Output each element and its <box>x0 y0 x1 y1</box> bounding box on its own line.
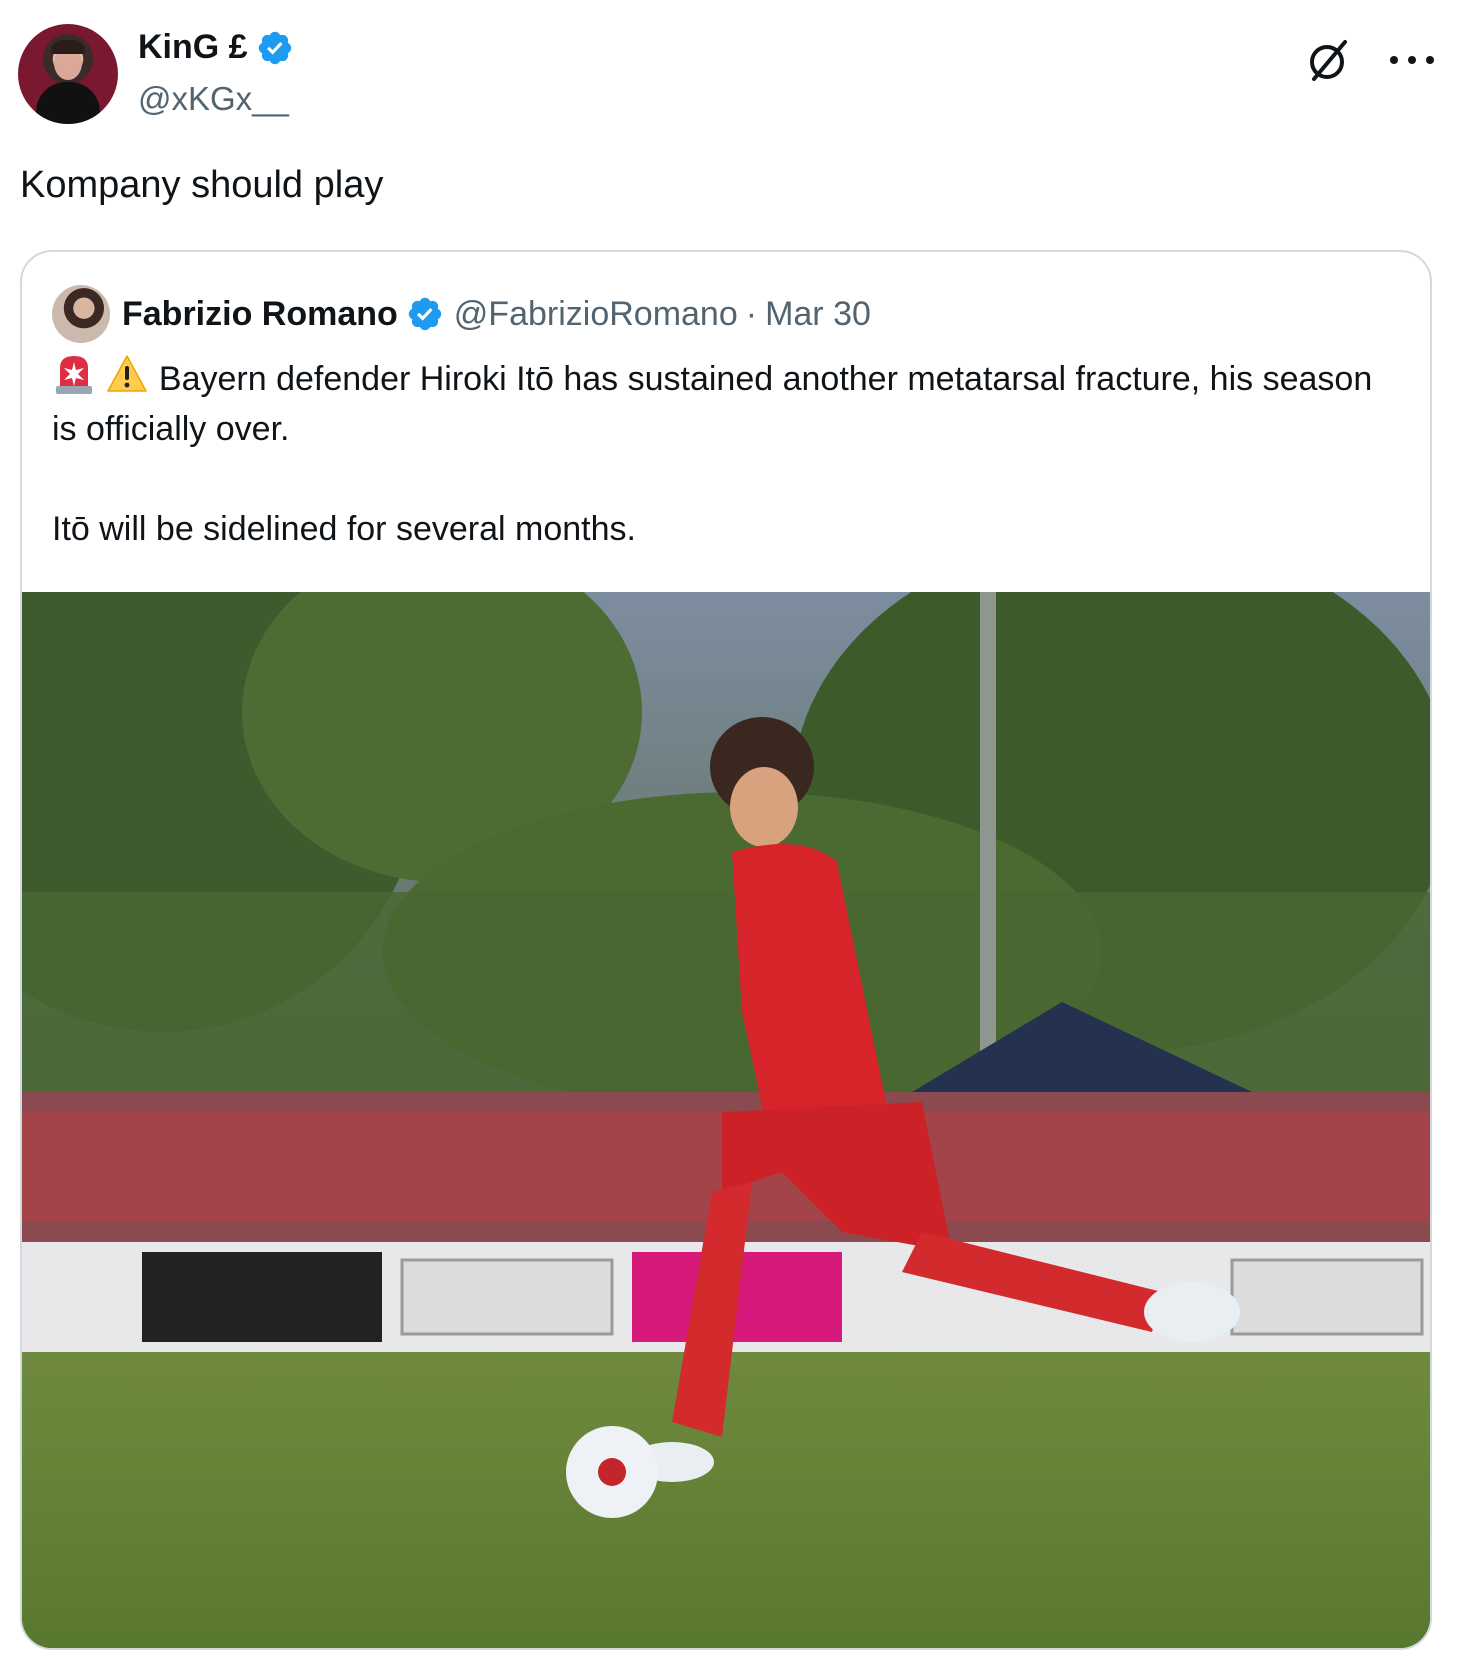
quoted-display-name[interactable]: Fabrizio Romano <box>122 295 398 334</box>
quoted-photo[interactable] <box>22 592 1430 1648</box>
quoted-tweet-card[interactable]: Fabrizio Romano @FabrizioRomano · Mar 30 <box>20 250 1432 1650</box>
author-name-row: KinG £ <box>138 28 294 67</box>
more-options-icon[interactable] <box>1390 42 1434 78</box>
quoted-handle[interactable]: @FabrizioRomano <box>454 295 738 334</box>
quoted-header: Fabrizio Romano @FabrizioRomano · Mar 30 <box>52 284 871 344</box>
warning-emoji <box>107 355 148 392</box>
siren-emoji <box>56 356 92 394</box>
tweet: KinG £ @xKGx__ Kompany should play Fabri… <box>0 0 1460 1662</box>
quoted-avatar[interactable] <box>52 285 110 343</box>
tweet-text: Kompany should play <box>20 164 384 206</box>
author-display-name[interactable]: KinG £ <box>138 28 248 67</box>
verified-badge-icon <box>408 297 442 331</box>
quoted-text-line2: Itō will be sidelined for several months… <box>52 510 636 548</box>
quoted-text-line1: Bayern defender Hiroki Itō has sustained… <box>52 360 1373 448</box>
author-avatar[interactable] <box>18 24 118 124</box>
grok-icon[interactable] <box>1305 36 1353 84</box>
separator-dot: · <box>745 294 758 333</box>
author-handle[interactable]: @xKGx__ <box>138 80 289 118</box>
quoted-date[interactable]: Mar 30 <box>765 295 871 334</box>
quoted-text: Bayern defender Hiroki Itō has sustained… <box>52 352 1392 554</box>
verified-badge-icon <box>258 31 291 64</box>
